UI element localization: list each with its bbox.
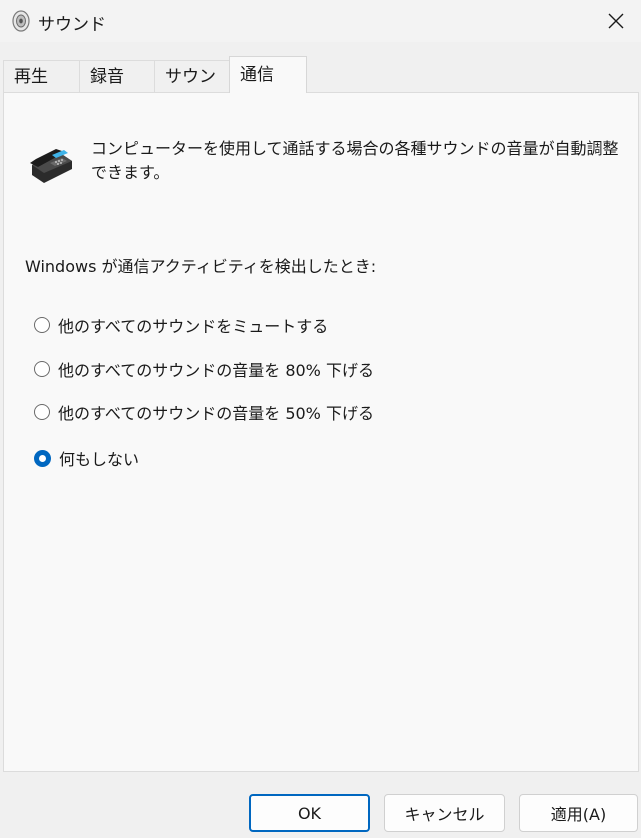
ok-button[interactable]: OK: [249, 794, 370, 832]
when-detected-label: Windows が通信アクティビティを検出したとき:: [25, 257, 377, 276]
radio-button[interactable]: [34, 404, 50, 420]
radio-button[interactable]: [34, 361, 50, 377]
tab-label: 再生: [14, 67, 48, 87]
title-bar: サウンド: [0, 0, 641, 42]
description-line-2: できます。: [91, 163, 170, 182]
cancel-button[interactable]: キャンセル: [384, 794, 505, 832]
window-title: サウンド: [38, 15, 106, 35]
option-label: 他のすべてのサウンドの音量を 50% 下げる: [58, 404, 374, 423]
option-label: 他のすべてのサウンドをミュートする: [58, 317, 329, 336]
tab-communications[interactable]: 通信: [229, 56, 307, 93]
option-do-nothing[interactable]: 何もしない: [34, 445, 139, 471]
tab-recording[interactable]: 録音: [79, 60, 155, 92]
option-reduce-80[interactable]: 他のすべてのサウンドの音量を 80% 下げる: [34, 356, 374, 382]
radio-button-selected[interactable]: [34, 449, 51, 467]
communications-panel: コンピューターを使用して通話する場合の各種サウンドの音量が自動調整 できます。 …: [3, 92, 639, 772]
tab-sounds[interactable]: サウンド: [154, 60, 230, 119]
tab-label: 通信: [240, 65, 274, 85]
telephone-icon: [30, 149, 72, 183]
speaker-icon: [12, 10, 30, 32]
tab-strip: 再生 録音 サウンド 通信: [0, 56, 641, 119]
tab-playback[interactable]: 再生: [3, 60, 80, 92]
close-button[interactable]: [591, 0, 641, 42]
radio-button[interactable]: [34, 317, 50, 333]
option-mute-all[interactable]: 他のすべてのサウンドをミュートする: [34, 312, 328, 338]
option-label: 他のすべてのサウンドの音量を 80% 下げる: [58, 361, 374, 380]
option-reduce-50[interactable]: 他のすべてのサウンドの音量を 50% 下げる: [34, 399, 374, 425]
apply-button[interactable]: 適用(A): [519, 794, 638, 832]
description-line-1: コンピューターを使用して通話する場合の各種サウンドの音量が自動調整: [91, 139, 619, 158]
option-label: 何もしない: [59, 450, 140, 469]
tab-label: 録音: [90, 67, 124, 87]
description-text: コンピューターを使用して通話する場合の各種サウンドの音量が自動調整 できます。: [91, 137, 631, 185]
close-icon: [608, 13, 624, 29]
